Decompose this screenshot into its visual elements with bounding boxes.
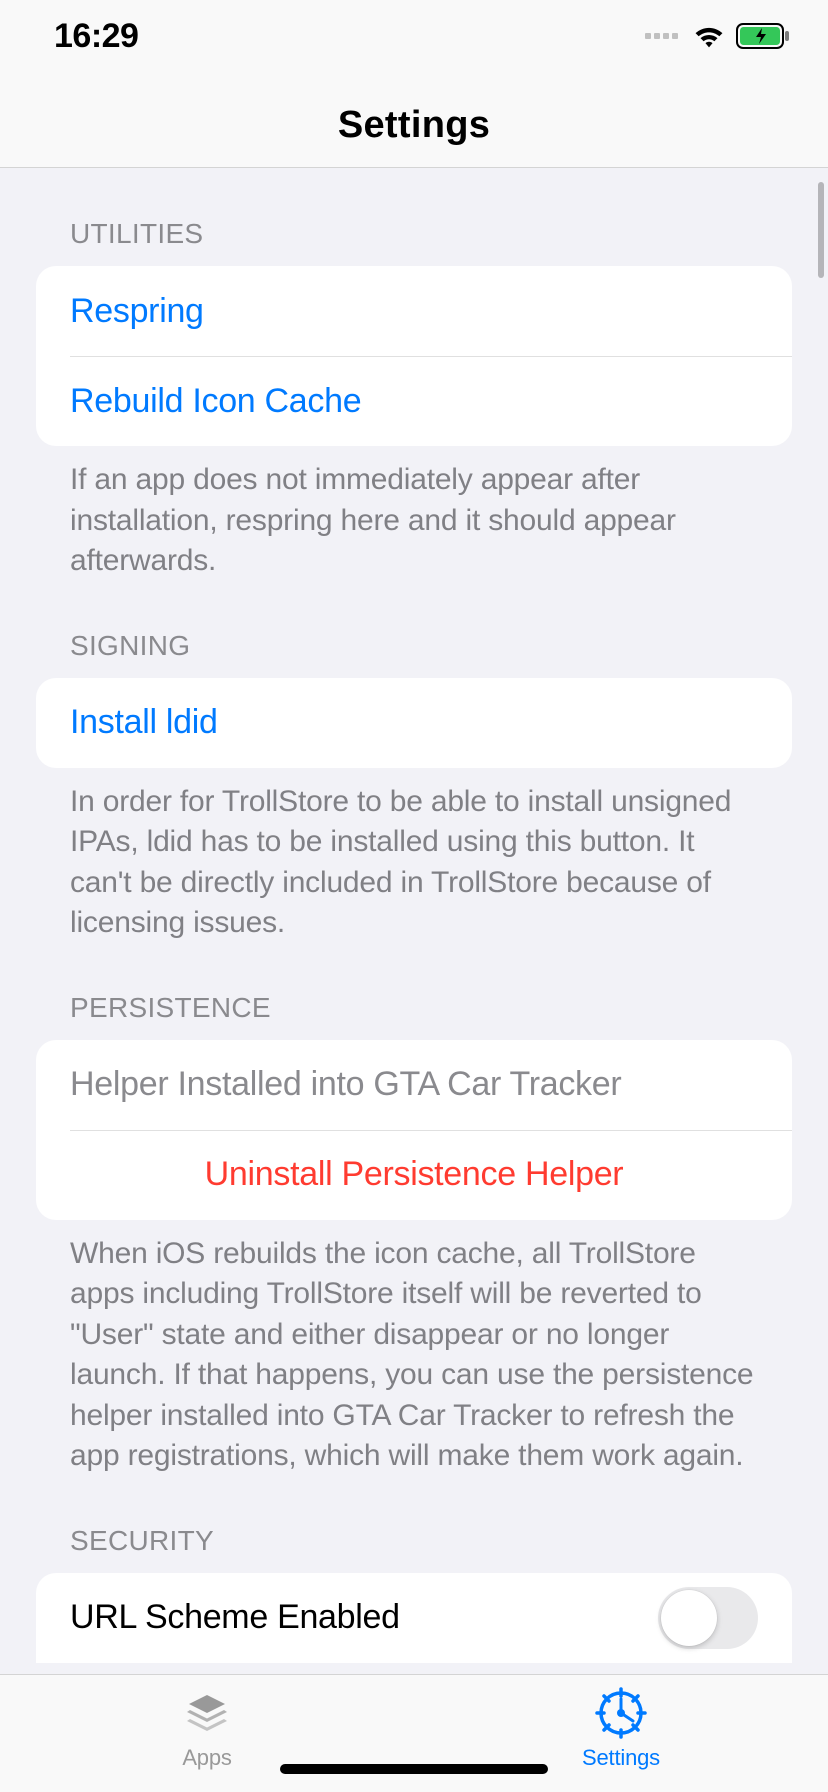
- persistence-status-label: Helper Installed into GTA Car Tracker: [70, 1065, 621, 1104]
- tab-settings-label: Settings: [582, 1745, 660, 1771]
- status-bar: 16:29: [0, 0, 828, 72]
- home-indicator[interactable]: [280, 1764, 548, 1774]
- switch-knob: [661, 1590, 717, 1646]
- settings-gear-icon: [595, 1687, 647, 1739]
- signal-dots-icon: [645, 33, 678, 39]
- respring-label: Respring: [70, 292, 204, 331]
- persistence-section: PERSISTENCE Helper Installed into GTA Ca…: [0, 992, 828, 1477]
- section-header-utilities: UTILITIES: [0, 218, 828, 266]
- url-scheme-label: URL Scheme Enabled: [70, 1598, 400, 1637]
- status-icons: [645, 23, 792, 49]
- persistence-status-cell: Helper Installed into GTA Car Tracker: [36, 1040, 792, 1130]
- utilities-footer: If an app does not immediately appear af…: [0, 446, 828, 582]
- tab-settings[interactable]: Settings: [414, 1675, 828, 1792]
- url-scheme-cell[interactable]: URL Scheme Enabled: [36, 1573, 792, 1663]
- rebuild-icon-cache-button[interactable]: Rebuild Icon Cache: [36, 356, 792, 446]
- section-header-security: SECURITY: [0, 1525, 828, 1573]
- rebuild-label: Rebuild Icon Cache: [70, 382, 361, 421]
- uninstall-label: Uninstall Persistence Helper: [205, 1155, 624, 1194]
- scroll-indicator: [818, 182, 824, 278]
- uninstall-persistence-button[interactable]: Uninstall Persistence Helper: [36, 1130, 792, 1220]
- navigation-bar: Settings: [0, 72, 828, 168]
- signing-group: Install ldid: [36, 678, 792, 768]
- tab-bar: Apps Settings: [0, 1674, 828, 1792]
- install-ldid-button[interactable]: Install ldid: [36, 678, 792, 768]
- persistence-footer: When iOS rebuilds the icon cache, all Tr…: [0, 1220, 828, 1477]
- tab-apps-label: Apps: [182, 1745, 231, 1771]
- battery-charging-icon: [736, 23, 792, 49]
- settings-list[interactable]: UTILITIES Respring Rebuild Icon Cache If…: [0, 168, 828, 1674]
- tab-apps[interactable]: Apps: [0, 1675, 414, 1792]
- security-group: URL Scheme Enabled: [36, 1573, 792, 1663]
- signing-section: SIGNING Install ldid In order for TrollS…: [0, 630, 828, 944]
- page-title: Settings: [0, 104, 828, 147]
- section-header-persistence: PERSISTENCE: [0, 992, 828, 1040]
- apps-stack-icon: [181, 1687, 233, 1739]
- url-scheme-toggle[interactable]: [658, 1587, 758, 1649]
- signing-footer: In order for TrollStore to be able to in…: [0, 768, 828, 944]
- install-ldid-label: Install ldid: [70, 703, 218, 742]
- security-section: SECURITY URL Scheme Enabled: [0, 1525, 828, 1663]
- status-time: 16:29: [54, 17, 138, 56]
- persistence-group: Helper Installed into GTA Car Tracker Un…: [36, 1040, 792, 1220]
- utilities-group: Respring Rebuild Icon Cache: [36, 266, 792, 446]
- respring-button[interactable]: Respring: [36, 266, 792, 356]
- section-header-signing: SIGNING: [0, 630, 828, 678]
- utilities-section: UTILITIES Respring Rebuild Icon Cache If…: [0, 218, 828, 582]
- wifi-icon: [692, 23, 726, 49]
